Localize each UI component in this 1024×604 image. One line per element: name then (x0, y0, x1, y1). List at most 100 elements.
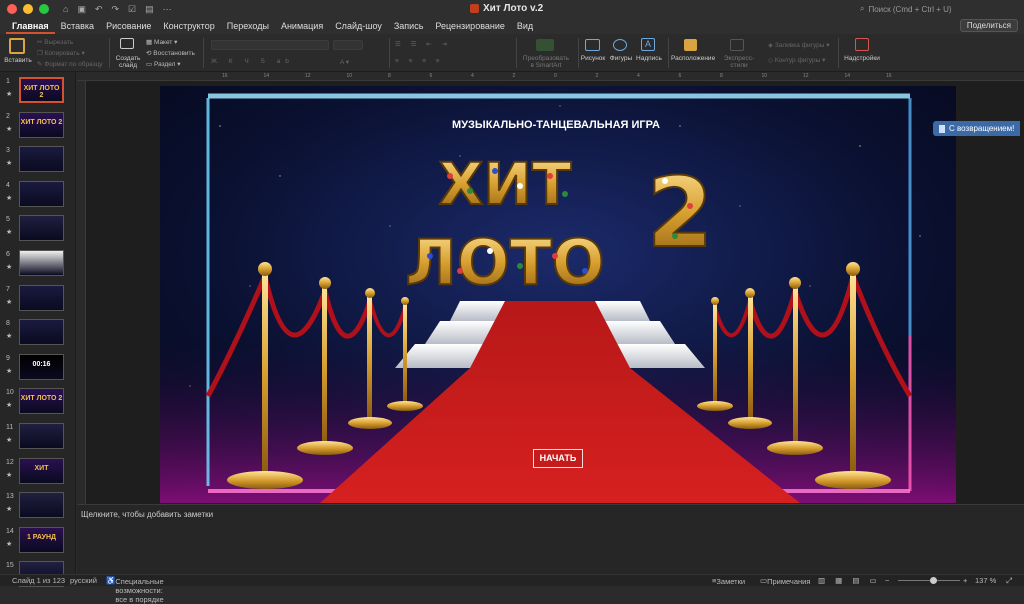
horizontal-ruler: 16 14 12 10 8 6 4 2 0 2 4 6 8 10 12 14 16 (77, 72, 1024, 81)
reset-button[interactable]: ⟲ Восстановить (146, 49, 195, 57)
tab-1[interactable]: Вставка (55, 18, 100, 34)
cut-button[interactable]: ✂ Вырезать (37, 38, 73, 46)
picture-icon[interactable] (585, 39, 600, 51)
undo-icon[interactable]: ↶ (95, 4, 103, 15)
tab-8[interactable]: Рецензирование (429, 18, 511, 34)
start-button[interactable]: НАЧАТЬ (533, 449, 583, 468)
slide-thumbnail-row[interactable]: 7 ★ (0, 284, 76, 318)
minimize-window-button[interactable] (23, 4, 33, 14)
shape-fill-button[interactable]: ◈ Заливка фигуры ▾ (768, 41, 830, 49)
smartart-button[interactable]: Преобразовать в SmartArt (522, 55, 570, 69)
notes-pane[interactable]: Щелкните, чтобы добавить заметки (77, 504, 1024, 574)
new-slide-button[interactable]: Создать слайд (112, 55, 144, 69)
slide-thumbnail-row[interactable]: 3 ★ (0, 145, 76, 179)
arrange-icon[interactable] (684, 39, 697, 51)
slide-thumbnail-row[interactable]: 9 ★ 00:16 (0, 353, 76, 387)
slide-thumbnail[interactable] (19, 250, 64, 276)
slide-thumbnail[interactable] (19, 284, 64, 311)
slide-thumbnail[interactable]: 00:16 (19, 353, 64, 380)
slide-thumbnail-row[interactable]: 2 ★ ХИТ ЛОТО 2 (0, 111, 76, 145)
slideshow-icon[interactable]: ▤ (145, 4, 154, 15)
tab-0[interactable]: Главная (6, 18, 55, 34)
slide-thumbnail[interactable]: ХИТ ЛОТО 2 (19, 77, 64, 103)
search-box[interactable]: ⌕ Поиск (Cmd + Ctrl + U) (860, 2, 1020, 16)
font-color-button[interactable]: A ▾ (340, 58, 349, 66)
redo-icon[interactable]: ↷ (112, 4, 120, 15)
zoom-slider-thumb[interactable] (930, 577, 937, 584)
font-name-select[interactable] (211, 40, 329, 50)
textbox-icon[interactable]: A (641, 38, 655, 51)
slide-thumbnail[interactable]: ХИТ ЛОТО 2 (19, 111, 64, 138)
shape-outline-button[interactable]: ◇ Контур фигуры ▾ (768, 56, 825, 64)
quick-styles-button[interactable]: Экспресс-стили (716, 55, 762, 69)
slide-thumbnail-row[interactable]: 1 ★ ХИТ ЛОТО 2 (0, 76, 76, 110)
slide-thumbnail-row[interactable]: 6 ★ (0, 249, 76, 283)
tab-4[interactable]: Переходы (221, 18, 275, 34)
comments-toggle[interactable]: ▭ Примечания (760, 576, 810, 586)
tab-6[interactable]: Слайд-шоу (329, 18, 388, 34)
slide-thumbnail[interactable] (19, 423, 64, 449)
slide-thumbnail-row[interactable]: 8 ★ (0, 318, 76, 352)
notes-toggle[interactable]: ≡ Заметки (712, 576, 745, 586)
slide-thumbnail[interactable]: ХИТ ЛОТО 2 (19, 388, 64, 415)
zoom-out-icon[interactable]: − (885, 576, 889, 585)
current-slide[interactable]: МУЗЫКАЛЬНО-ТАНЦЕВАЛЬНАЯ ИГРА ХИТ ЛОТО 2 … (160, 86, 956, 503)
new-slide-icon[interactable] (120, 38, 134, 49)
slide-thumbnail[interactable] (19, 180, 64, 207)
addins-icon[interactable] (855, 38, 869, 51)
slide-thumbnail[interactable] (19, 319, 64, 346)
list-buttons[interactable]: ☰ ☰ ⇤ ⇥ (395, 40, 451, 48)
slide-thumbnail-row[interactable]: 11 ★ (0, 422, 76, 456)
ruler-tick: 10 (761, 73, 768, 79)
slide-thumbnail[interactable] (19, 492, 64, 519)
slide-thumbnail-row[interactable]: 14 ★ 1 РАУНД (0, 526, 76, 560)
slide-thumbnail[interactable] (19, 215, 64, 242)
zoom-in-icon[interactable]: + (963, 576, 967, 585)
slide-thumbnail-row[interactable]: 4 ★ (0, 180, 76, 214)
zoom-slider[interactable] (898, 580, 960, 581)
welcome-back-tooltip[interactable]: С возвращением! (933, 121, 1021, 136)
close-window-button[interactable] (7, 4, 17, 14)
slide-thumbnail[interactable] (19, 146, 64, 173)
paste-button[interactable]: Вставить (2, 57, 34, 64)
smartart-icon[interactable] (536, 39, 554, 51)
ruler-tick: 12 (305, 73, 311, 79)
slide-thumbnail-row[interactable]: 12 ★ ХИТ (0, 457, 76, 491)
align-buttons[interactable]: ≡ ≡ ≡ ≡ (395, 58, 444, 65)
tab-9[interactable]: Вид (511, 18, 539, 34)
slide-thumbnail[interactable]: ХИТ (19, 457, 64, 484)
share-button[interactable]: Поделиться (959, 19, 1018, 32)
picture-button[interactable]: Рисунок (578, 55, 608, 62)
slide-thumbnail-row[interactable]: 13 ★ (0, 491, 76, 525)
home-icon[interactable]: ⌂ (63, 4, 68, 15)
shapes-icon[interactable] (613, 39, 627, 51)
arrange-button[interactable]: Расположение (671, 55, 715, 62)
format-painter-button[interactable]: ✎ Формат по образцу (37, 60, 103, 68)
slide-thumbnail-row[interactable]: 5 ★ (0, 214, 76, 248)
textbox-button[interactable]: Надпись (634, 55, 664, 62)
layout-button[interactable]: ▦ Макет ▾ (146, 38, 177, 46)
zoom-level[interactable]: 137 % (975, 576, 996, 585)
fit-slide-icon[interactable]: ⤢ (1006, 576, 1012, 586)
slide-thumbnail-row[interactable]: 10 ★ ХИТ ЛОТО 2 (0, 387, 76, 421)
font-size-select[interactable] (333, 40, 363, 50)
tab-3[interactable]: Конструктор (157, 18, 220, 34)
addins-button[interactable]: Надстройки (840, 55, 884, 62)
section-button[interactable]: ▭ Раздел ▾ (146, 60, 181, 68)
tab-2[interactable]: Рисование (100, 18, 157, 34)
more-icon[interactable]: ⋯ (163, 4, 172, 15)
zoom-window-button[interactable] (39, 4, 49, 14)
copy-button[interactable]: ❐ Копировать ▾ (37, 49, 85, 57)
view-buttons[interactable]: ▥ ▦ ▤ ▭ (818, 576, 881, 585)
paste-icon[interactable] (9, 38, 25, 54)
save-icon[interactable]: ▣ (77, 4, 86, 15)
tab-7[interactable]: Запись (388, 18, 430, 34)
tab-5[interactable]: Анимация (275, 18, 329, 34)
font-format-buttons[interactable]: Ж К Ч S ab (211, 58, 294, 65)
slide-thumbnail[interactable]: 1 РАУНД (19, 526, 64, 553)
check-icon[interactable]: ☑ (128, 4, 136, 15)
language-indicator[interactable]: русский (70, 576, 97, 585)
shapes-button[interactable]: Фигуры (606, 55, 636, 62)
accessibility-status[interactable]: ♿ Специальные возможности: все в порядке (106, 576, 164, 604)
quick-styles-icon[interactable] (730, 39, 744, 51)
